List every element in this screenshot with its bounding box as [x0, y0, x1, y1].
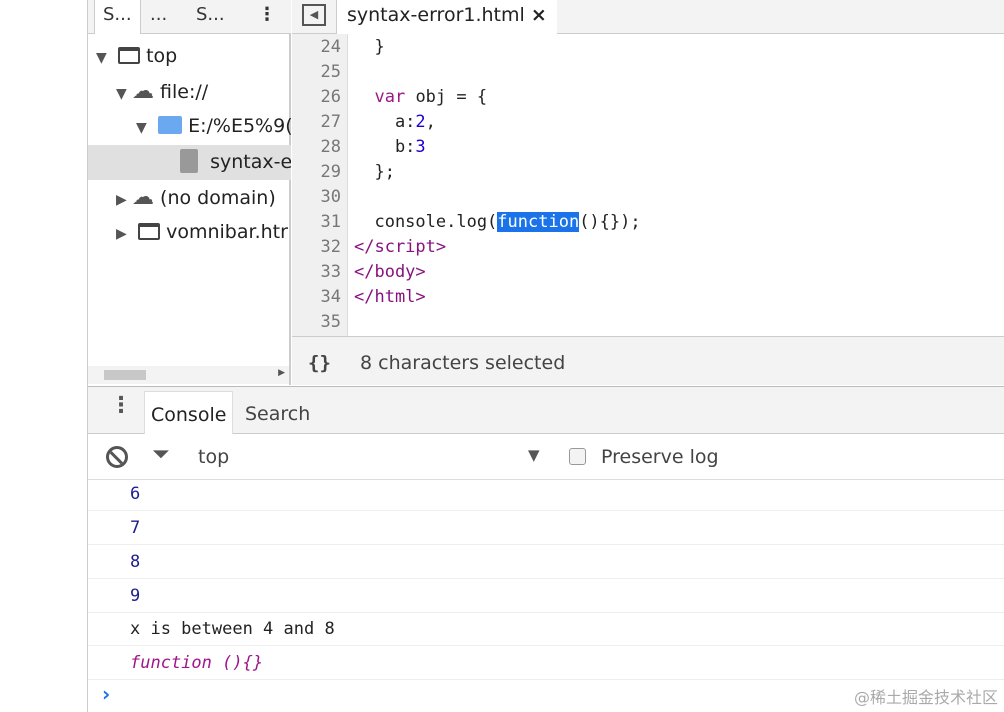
- collapse-triangle-icon[interactable]: ▶: [116, 183, 132, 215]
- preserve-log-checkbox[interactable]: [569, 448, 586, 465]
- tree-label: vomnibar.htr: [166, 221, 288, 243]
- expand-triangle-icon[interactable]: ▼: [96, 41, 112, 74]
- console-message: 7: [88, 511, 1004, 545]
- tree-label: E:/%E5%9(: [188, 115, 291, 137]
- drawer-menu-icon[interactable]: ⋮: [110, 393, 132, 418]
- tab-snippets[interactable]: S...: [188, 0, 233, 34]
- tree-label: syntax-e: [210, 151, 291, 173]
- file-icon: [180, 149, 198, 173]
- editor-status-bar: {} 8 characters selected: [292, 336, 1004, 385]
- code-line: console.log(function(){});: [354, 212, 641, 232]
- code-area[interactable]: } var obj = { a:2, b:3 }; console.log(fu…: [292, 34, 1004, 336]
- tree-item-folder[interactable]: ▼ E:/%E5%9(: [88, 109, 291, 144]
- context-selector[interactable]: top: [198, 446, 229, 468]
- selection-status: 8 characters selected: [360, 352, 566, 374]
- drawer-tabs: ⋮ Console Search: [88, 386, 1004, 437]
- console-toolbar: ⏷ top ▼ Preserve log: [88, 434, 1004, 480]
- code-line: b:3: [354, 137, 426, 157]
- expand-triangle-icon[interactable]: ▼: [116, 77, 132, 109]
- tree-item-file-selected[interactable]: syntax-e: [88, 145, 291, 180]
- console-message-function[interactable]: function (){}: [88, 646, 1004, 680]
- preserve-log-label: Preserve log: [601, 446, 719, 468]
- editor-tabs: ◀ syntax-error1.html ×: [292, 0, 1004, 34]
- toggle-navigator-icon[interactable]: ◀: [302, 4, 326, 26]
- file-tab-label: syntax-error1.html: [347, 4, 525, 26]
- folder-icon: [158, 116, 183, 134]
- watermark: @稀土掘金技术社区: [853, 688, 998, 707]
- frame-icon: [138, 223, 161, 240]
- console-input[interactable]: [120, 682, 820, 710]
- tab-console[interactable]: Console: [144, 391, 234, 435]
- code-line: </script>: [354, 237, 447, 257]
- code-line: }: [354, 37, 385, 57]
- code-line: var obj = {: [374, 87, 488, 107]
- filter-icon[interactable]: ⏷: [152, 442, 170, 467]
- code-line: };: [354, 162, 395, 182]
- console-message: 6: [88, 477, 1004, 511]
- horizontal-scrollbar[interactable]: ▶: [88, 366, 289, 384]
- tree-label: top: [146, 45, 178, 67]
- navigator-tabs: S... ... S... ⋮: [88, 0, 291, 34]
- cloud-icon: ☁: [132, 79, 154, 104]
- close-tab-icon[interactable]: ×: [531, 4, 547, 26]
- context-dropdown-icon[interactable]: ▼: [528, 446, 540, 464]
- code-line: a:2,: [354, 112, 436, 132]
- tree-label: (no domain): [160, 187, 276, 209]
- frame-icon: [118, 47, 141, 64]
- tree-item-no-domain[interactable]: ▶ ☁ (no domain): [88, 180, 291, 215]
- code-line: </body>: [354, 262, 426, 282]
- tree-label: file://: [160, 81, 209, 103]
- console-message: x is between 4 and 8: [88, 612, 1004, 646]
- file-tab[interactable]: syntax-error1.html ×: [336, 0, 557, 34]
- clear-console-icon[interactable]: [106, 446, 128, 468]
- scroll-right-icon[interactable]: ▶: [278, 368, 285, 378]
- console-prompt-icon[interactable]: ›: [102, 682, 110, 706]
- tree-item-top[interactable]: ▼ top: [88, 39, 291, 74]
- console-message: 8: [88, 545, 1004, 579]
- sources-navigator: S... ... S... ⋮ ▼ top ▼ ☁ file:// ▼ E:/%E…: [88, 0, 291, 385]
- tab-content-scripts[interactable]: ...: [142, 0, 175, 34]
- tree-item-vomnibar[interactable]: ▶ vomnibar.htr: [88, 215, 291, 250]
- console-message: 9: [88, 579, 1004, 613]
- scrollbar-thumb[interactable]: [104, 370, 146, 380]
- more-tabs-icon[interactable]: ⋮: [250, 0, 284, 34]
- tree-item-file[interactable]: ▼ ☁ file://: [88, 74, 291, 109]
- expand-triangle-icon[interactable]: ▼: [136, 111, 152, 144]
- tab-sources[interactable]: S...: [94, 0, 141, 34]
- tab-search[interactable]: Search: [245, 391, 310, 437]
- collapse-triangle-icon[interactable]: ▶: [116, 217, 132, 250]
- code-line: </html>: [354, 287, 426, 307]
- left-margin: [0, 0, 88, 712]
- pretty-print-icon[interactable]: {}: [308, 337, 331, 389]
- code-editor: ◀ syntax-error1.html × 24 25 26 27 28 29 30 31 3…: [292, 0, 1004, 385]
- cloud-icon: ☁: [132, 185, 154, 210]
